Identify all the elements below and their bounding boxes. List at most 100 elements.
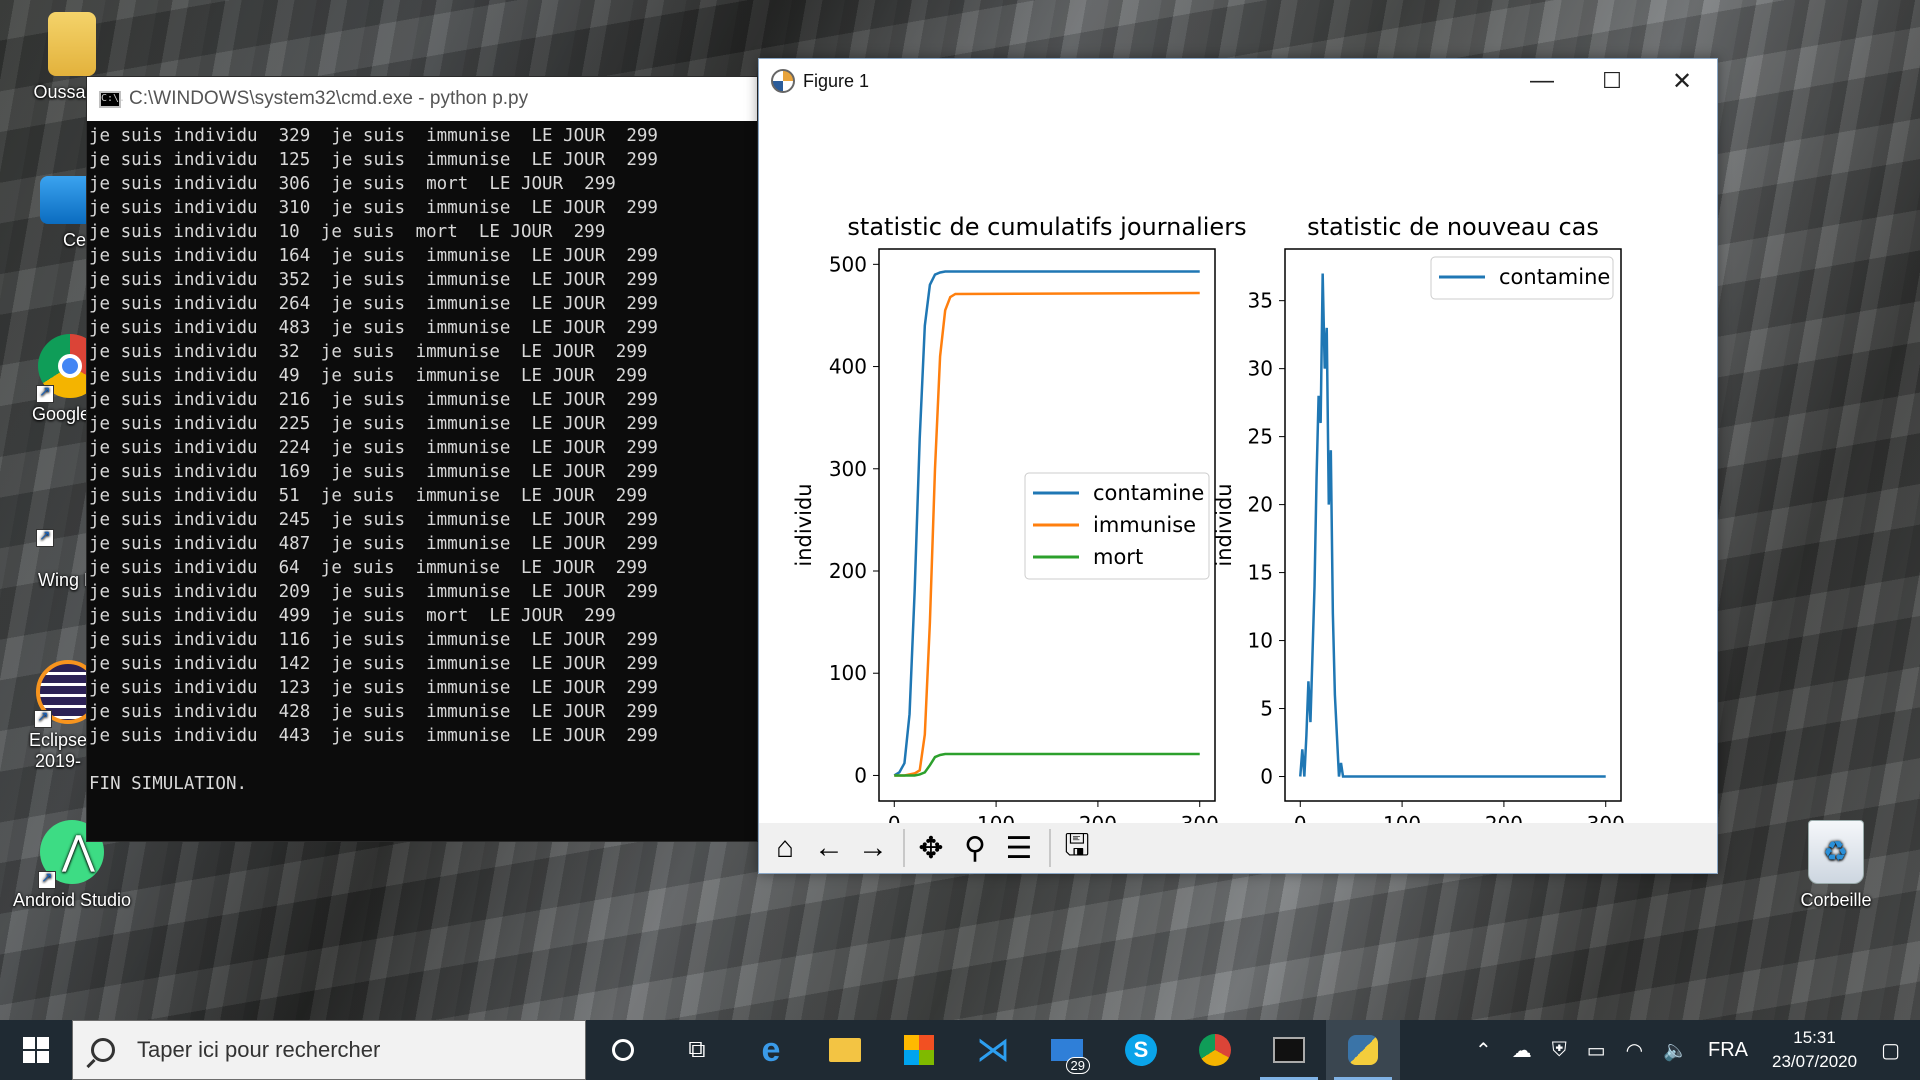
cortana-icon (612, 1039, 634, 1061)
y-tick-label: 25 (1248, 425, 1273, 449)
console-output[interactable]: je suis individu 329 je suis immunise LE… (87, 121, 757, 796)
console-line: je suis individu 164 je suis immunise LE… (89, 246, 658, 266)
vscode-button[interactable]: ⋊ (956, 1020, 1030, 1080)
console-line: je suis individu 499 je suis mort LE JOU… (89, 606, 616, 626)
shortcut-arrow-icon (34, 708, 52, 728)
y-tick-label: 300 (829, 457, 867, 481)
console-line: je suis individu 225 je suis immunise LE… (89, 414, 658, 434)
console-line: je suis individu 483 je suis immunise LE… (89, 318, 658, 338)
chart-title: statistic de nouveau cas (1307, 213, 1599, 241)
task-view-icon: ⧉ (688, 1036, 706, 1063)
task-view-button[interactable]: ⧉ (660, 1020, 734, 1080)
store-icon (904, 1035, 934, 1065)
vscode-icon: ⋊ (976, 1031, 1010, 1069)
y-tick-label: 0 (854, 763, 867, 787)
y-tick-label: 10 (1248, 629, 1273, 653)
cmd-window[interactable]: C:\. C:\WINDOWS\system32\cmd.exe - pytho… (86, 76, 758, 842)
figure-canvas[interactable]: statistic de cumulatifs journaliers 0 100 2… (759, 103, 1717, 881)
home-icon[interactable]: ⌂ (765, 828, 805, 868)
figure-titlebar[interactable]: Figure 1 — ☐ ✕ (759, 59, 1717, 103)
y-tick-label: 400 (829, 355, 867, 379)
volume-icon[interactable]: 🔈 (1663, 1038, 1688, 1063)
chrome-button[interactable] (1178, 1020, 1252, 1080)
cmd-taskbar-button[interactable] (1252, 1020, 1326, 1080)
cmd-title: C:\WINDOWS\system32\cmd.exe - python p.p… (129, 88, 529, 109)
cortana-button[interactable] (586, 1020, 660, 1080)
desktop-icon-recycle-bin[interactable]: ♻ Corbeille (1766, 820, 1906, 911)
console-line: je suis individu 142 je suis immunise LE… (89, 654, 658, 674)
close-button[interactable]: ✕ (1647, 59, 1717, 103)
minimize-button[interactable]: — (1507, 59, 1577, 103)
figure-title: Figure 1 (803, 70, 870, 91)
y-tick-label: 15 (1248, 561, 1273, 585)
y-tick-label: 20 (1248, 493, 1273, 517)
notification-icon[interactable]: ▢ (1881, 1038, 1900, 1063)
clock-date: 23/07/2020 (1772, 1052, 1858, 1071)
matplotlib-logo-icon (771, 69, 795, 93)
console-line: je suis individu 264 je suis immunise LE… (89, 294, 658, 314)
figure-window[interactable]: Figure 1 — ☐ ✕ statistic de cumulatifs j… (758, 58, 1718, 874)
forward-arrow-icon[interactable]: → (853, 828, 893, 868)
terminal-icon (1273, 1037, 1305, 1063)
console-line: je suis individu 125 je suis immunise LE… (89, 150, 658, 170)
start-button[interactable] (0, 1020, 72, 1080)
console-line: je suis individu 352 je suis immunise LE… (89, 270, 658, 290)
y-tick-label: 500 (829, 252, 867, 276)
clock-time: 15:31 (1793, 1028, 1836, 1047)
console-line: je suis individu 123 je suis immunise LE… (89, 678, 658, 698)
cmd-titlebar[interactable]: C:\. C:\WINDOWS\system32\cmd.exe - pytho… (87, 77, 757, 121)
toolbar-separator (903, 829, 905, 867)
python-icon (1348, 1035, 1378, 1065)
maximize-button[interactable]: ☐ (1577, 59, 1647, 103)
console-line: je suis individu 487 je suis immunise LE… (89, 534, 658, 554)
console-line: je suis individu 310 je suis immunise LE… (89, 198, 658, 218)
python-taskbar-button[interactable] (1326, 1020, 1400, 1080)
user-folder-icon (48, 12, 96, 76)
search-icon (91, 1038, 115, 1062)
language-indicator[interactable]: FRA (1708, 1039, 1748, 1062)
console-line: je suis individu 10 je suis mort LE JOUR… (89, 222, 606, 242)
y-axis-label: individu (792, 483, 816, 566)
chevron-up-icon[interactable]: ⌃ (1475, 1038, 1492, 1063)
console-line: je suis individu 443 je suis immunise LE… (89, 726, 658, 746)
console-line: je suis individu 329 je suis immunise LE… (89, 126, 658, 146)
folder-icon (829, 1038, 861, 1062)
taskbar-search-box[interactable]: Taper ici pour rechercher (72, 1020, 586, 1080)
console-line: je suis individu 116 je suis immunise LE… (89, 630, 658, 650)
desktop-icon-label: Corbeille (1800, 890, 1872, 910)
pan-icon[interactable]: ✥ (911, 828, 951, 868)
console-line: je suis individu 51 je suis immunise LE … (89, 486, 648, 506)
configure-subplots-icon[interactable]: ☰ (999, 828, 1039, 868)
console-line: je suis individu 428 je suis immunise LE… (89, 702, 658, 722)
y-axis-label: individu (1212, 483, 1236, 566)
wifi-icon[interactable]: ◠ (1626, 1038, 1643, 1063)
y-tick-label: 100 (829, 661, 867, 685)
console-line: je suis individu 306 je suis mort LE JOU… (89, 174, 616, 194)
y-tick-label: 35 (1248, 289, 1273, 313)
zoom-icon[interactable]: ⚲ (955, 828, 995, 868)
clock[interactable]: 15:31 23/07/2020 (1772, 1026, 1857, 1074)
edge-button[interactable]: e (734, 1020, 808, 1080)
cmd-icon: C:\. (99, 90, 125, 108)
search-placeholder: Taper ici pour rechercher (137, 1037, 381, 1062)
y-tick-label: 200 (829, 559, 867, 583)
toolbar-separator (1049, 829, 1051, 867)
recycle-bin-icon: ♻ (1808, 820, 1864, 884)
security-icon[interactable]: ⛨ (1552, 1039, 1567, 1062)
y-tick-label: 5 (1260, 697, 1273, 721)
battery-icon[interactable]: ▭ (1587, 1038, 1606, 1063)
console-line: je suis individu 216 je suis immunise LE… (89, 390, 658, 410)
legend-label: contamine (1093, 481, 1204, 505)
mail-button[interactable]: 29 (1030, 1020, 1104, 1080)
onedrive-icon[interactable]: ☁ (1512, 1038, 1532, 1063)
file-explorer-button[interactable] (808, 1020, 882, 1080)
save-icon[interactable]: 🖫 (1057, 828, 1097, 868)
shortcut-arrow-icon (38, 869, 56, 889)
store-button[interactable] (882, 1020, 956, 1080)
chart-title: statistic de cumulatifs journaliers (847, 213, 1246, 241)
chrome-icon (1199, 1034, 1231, 1066)
skype-button[interactable]: S (1104, 1020, 1178, 1080)
console-line: je suis individu 209 je suis immunise LE… (89, 582, 658, 602)
edge-icon: e (761, 1030, 781, 1069)
back-arrow-icon[interactable]: ← (809, 828, 849, 868)
